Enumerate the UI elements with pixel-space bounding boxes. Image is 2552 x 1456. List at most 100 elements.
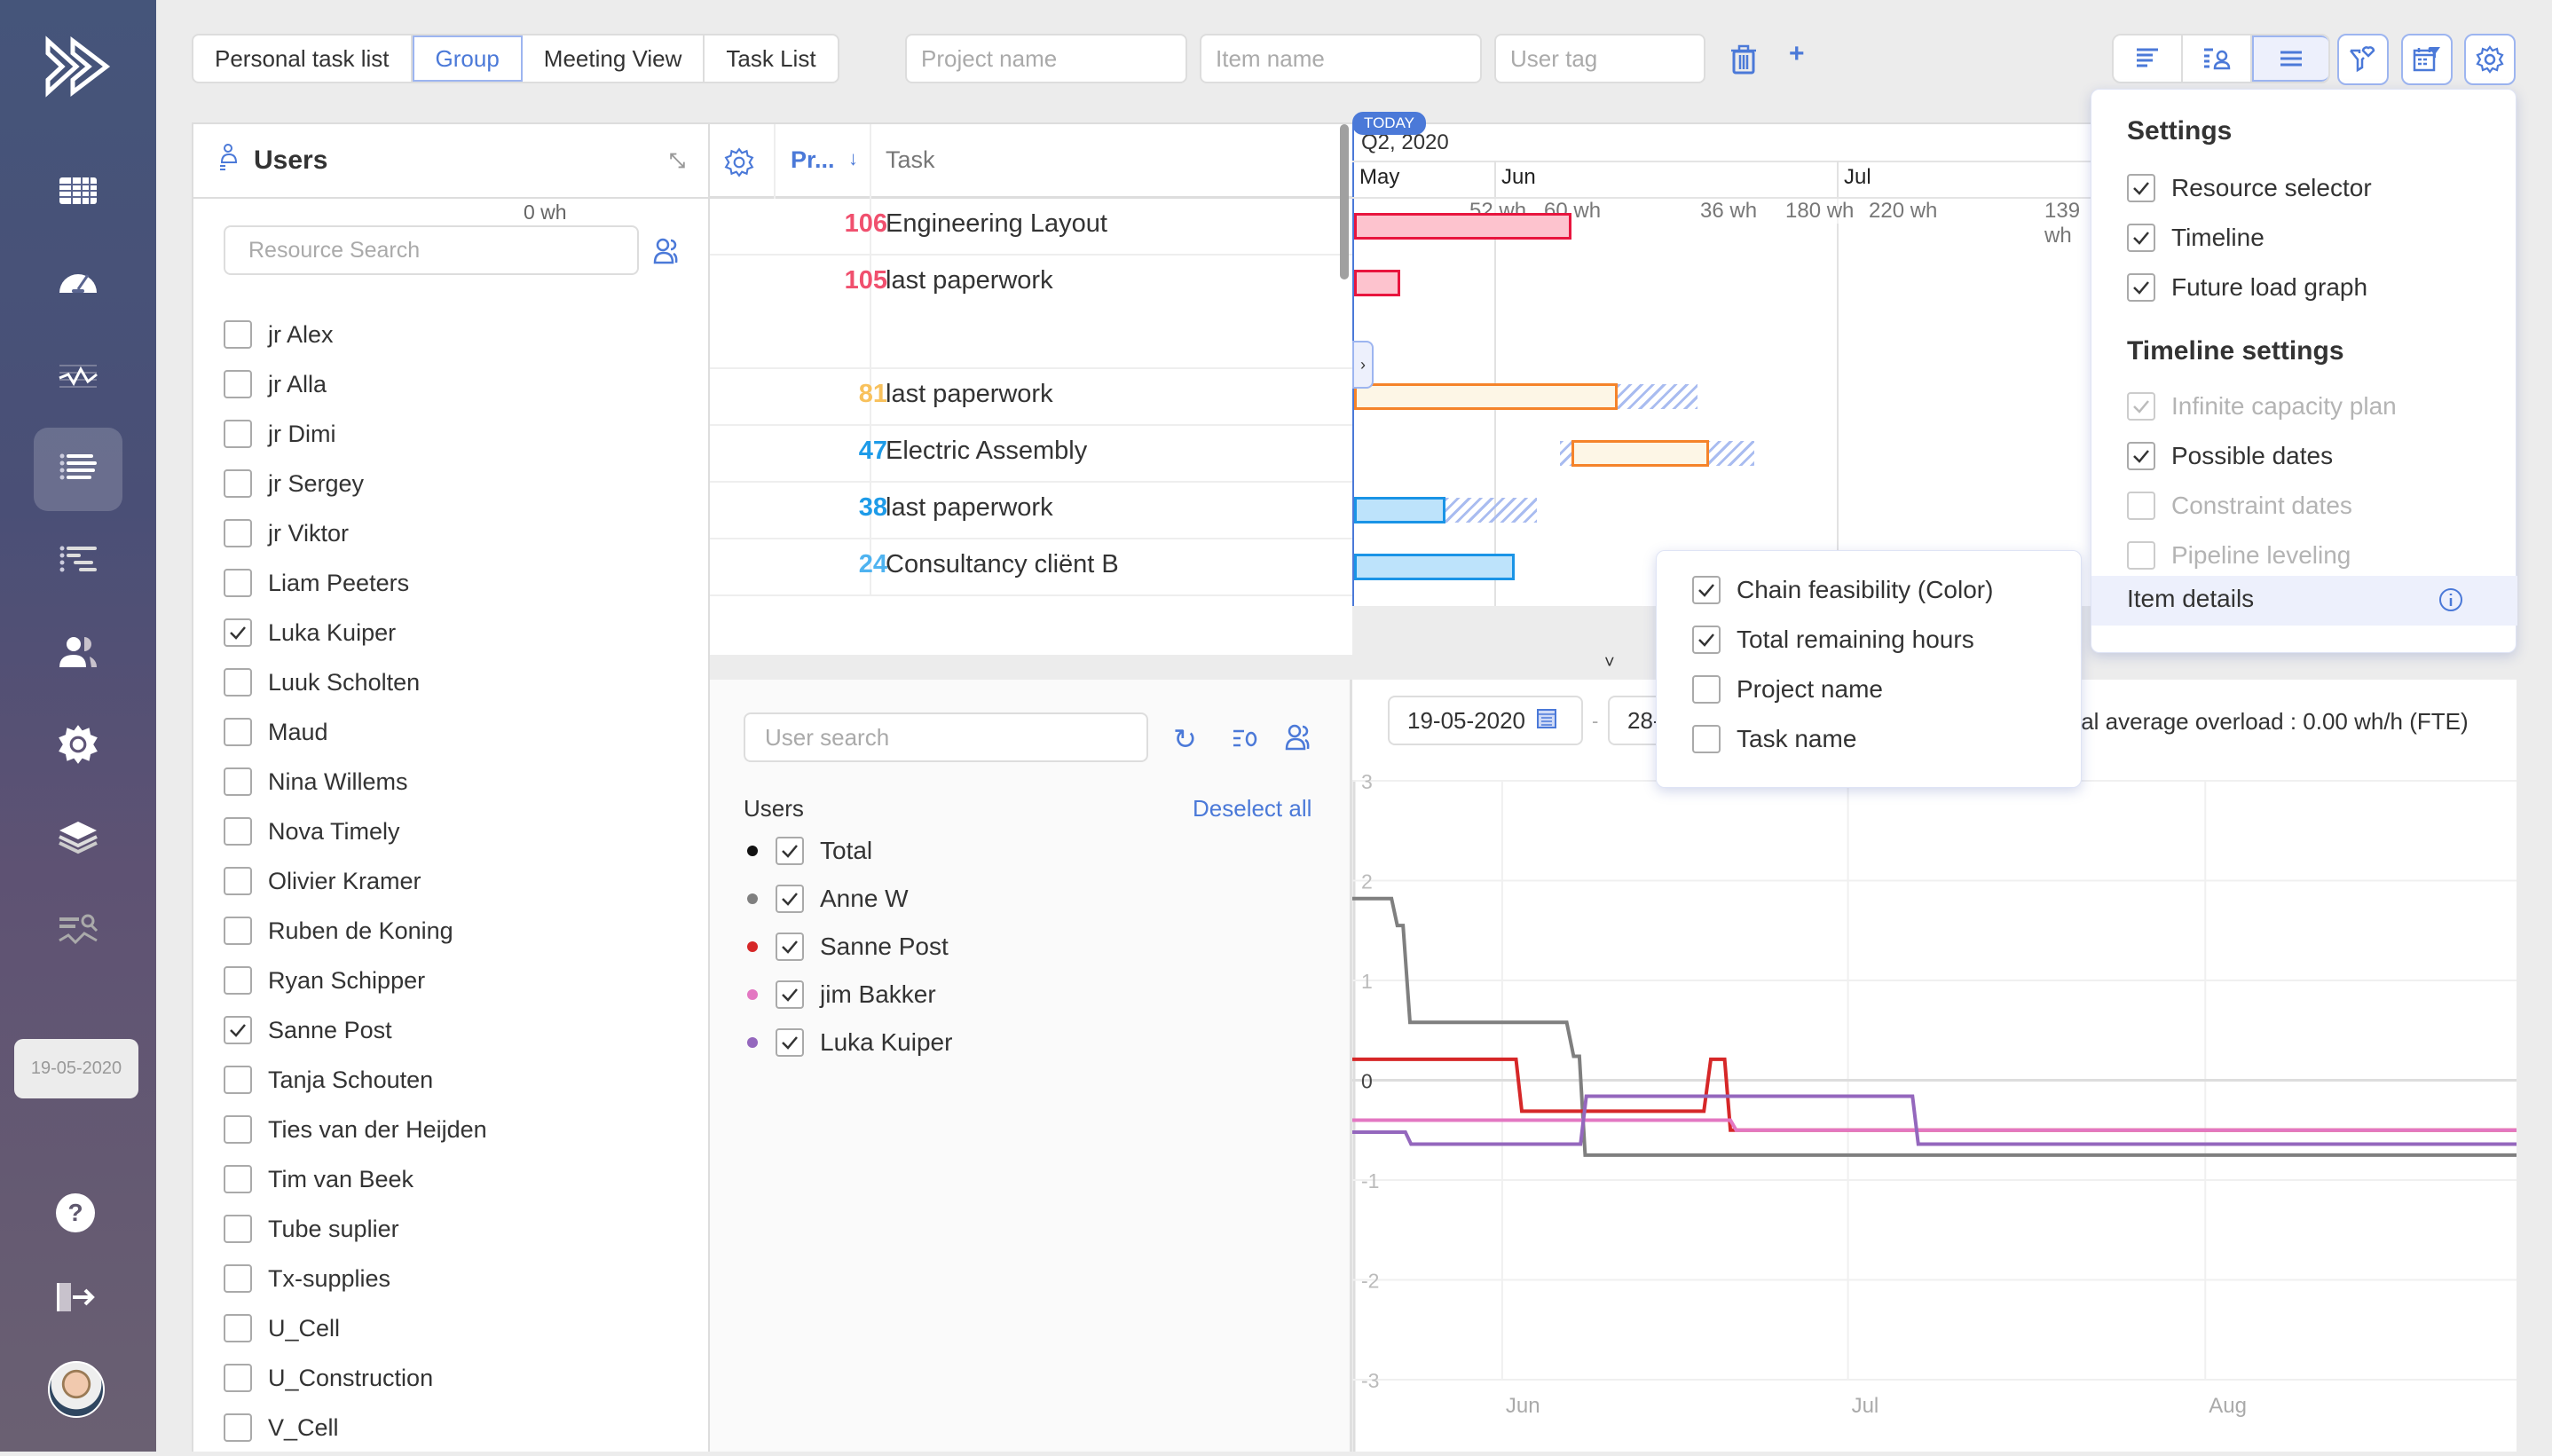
sort-desc-icon[interactable]: ↓ <box>848 147 858 170</box>
user-list-item[interactable]: Ryan Schipper <box>224 956 487 1005</box>
user-list-item[interactable]: jr Viktor <box>224 508 487 558</box>
checkbox[interactable] <box>224 469 252 498</box>
checkbox[interactable] <box>224 718 252 746</box>
user-list-item[interactable]: Ties van der Heijden <box>224 1105 487 1154</box>
chevron-right-icon[interactable]: › <box>1352 341 1374 389</box>
sidebar-item-activity-graph[interactable] <box>34 335 122 419</box>
user-list-item[interactable]: Maud <box>224 707 487 757</box>
checkbox[interactable] <box>224 618 252 647</box>
user-list-item[interactable]: Luka Kuiper <box>224 608 487 657</box>
checkbox[interactable] <box>224 867 252 895</box>
chevron-down-icon[interactable]: ˅ <box>1604 653 1615 673</box>
sidebar-item-gantt-list[interactable] <box>34 520 122 603</box>
table-row[interactable]: 81 last paperwork <box>710 369 1352 426</box>
user-search-input[interactable]: User search <box>744 712 1148 762</box>
user-list-item[interactable]: Tube suplier <box>224 1204 487 1254</box>
timeline-setting-option[interactable]: Infinite capacity plan <box>2127 392 2397 421</box>
priority-column-header[interactable]: Pr... <box>791 146 835 174</box>
user-list-item[interactable]: Tx-supplies <box>224 1254 487 1303</box>
checkbox[interactable] <box>1692 675 1721 704</box>
tab-meeting-view[interactable]: Meeting View <box>523 35 705 82</box>
legend-item[interactable]: jim Bakker <box>747 980 936 1009</box>
user-list-item[interactable]: V_Cell <box>224 1403 487 1452</box>
table-row[interactable]: 47 Electric Assembly <box>710 426 1352 483</box>
sidebar-item-list[interactable] <box>34 428 122 511</box>
checkbox[interactable] <box>1692 626 1721 654</box>
legend-item[interactable]: Luka Kuiper <box>747 1028 952 1057</box>
settings-option[interactable]: Timeline <box>2127 224 2265 252</box>
user-list-item[interactable]: Luuk Scholten <box>224 657 487 707</box>
legend-item[interactable]: Total <box>747 837 872 865</box>
user-list-item[interactable]: Tim van Beek <box>224 1154 487 1204</box>
user-list-item[interactable]: Tanja Schouten <box>224 1055 487 1105</box>
checkbox[interactable] <box>1692 576 1721 604</box>
user-list-item[interactable]: Sanne Post <box>224 1005 487 1055</box>
checkbox[interactable] <box>776 837 804 865</box>
checkbox[interactable] <box>224 767 252 796</box>
sidebar-item-layers[interactable] <box>34 797 122 880</box>
plus-icon[interactable]: + <box>1789 39 1805 69</box>
tab-task-list[interactable]: Task List <box>705 35 837 82</box>
checkbox[interactable] <box>224 1016 252 1044</box>
checkbox[interactable] <box>224 668 252 697</box>
item-name-filter[interactable]: Item name <box>1200 34 1482 83</box>
sidebar-item-gear[interactable] <box>34 704 122 788</box>
item-detail-option[interactable]: Total remaining hours <box>1692 626 1974 654</box>
resource-search-input[interactable]: Resource Search <box>224 225 639 275</box>
table-row[interactable]: 105 last paperwork <box>710 256 1352 369</box>
checkbox[interactable] <box>776 1028 804 1057</box>
item-detail-option[interactable]: Project name <box>1692 675 1883 704</box>
users-group-icon[interactable] <box>653 238 681 269</box>
checkbox[interactable] <box>224 370 252 398</box>
gear-icon[interactable] <box>2464 34 2516 85</box>
sidebar-item-grid-table[interactable] <box>34 151 122 234</box>
checkbox[interactable] <box>224 1115 252 1144</box>
collapse-icon[interactable]: ⤡ <box>669 149 685 172</box>
list-user-icon[interactable] <box>1232 726 1258 755</box>
legend-item[interactable]: Sanne Post <box>747 933 949 961</box>
filter-heart-icon[interactable] <box>2337 34 2389 85</box>
checkbox[interactable] <box>224 1264 252 1293</box>
user-list-item[interactable]: jr Dimi <box>224 409 487 459</box>
table-row[interactable]: 38 last paperwork <box>710 483 1352 539</box>
checkbox[interactable] <box>2127 442 2155 470</box>
menu-lines-icon[interactable] <box>2252 35 2328 82</box>
checkbox[interactable] <box>2127 541 2155 570</box>
checkbox[interactable] <box>776 933 804 961</box>
user-list-item[interactable]: jr Alla <box>224 359 487 409</box>
settings-option[interactable]: Resource selector <box>2127 174 2372 202</box>
table-row[interactable]: 24 Consultancy cliënt B <box>710 539 1352 596</box>
gantt-bar[interactable] <box>1354 270 1400 296</box>
checkbox[interactable] <box>224 519 252 547</box>
user-list-item[interactable]: Nina Willems <box>224 757 487 807</box>
sidebar-item-dashboard-gauge[interactable] <box>34 243 122 327</box>
task-column-header[interactable]: Task <box>886 146 935 174</box>
trash-icon[interactable] <box>1730 44 1757 79</box>
user-list-item[interactable]: jr Sergey <box>224 459 487 508</box>
checkbox[interactable] <box>224 917 252 945</box>
user-list-item[interactable]: Liam Peeters <box>224 558 487 608</box>
sidebar-item-search-graph[interactable] <box>34 889 122 972</box>
item-details-row[interactable]: Item details <box>2091 576 2517 626</box>
legend-item[interactable]: Anne W <box>747 885 909 913</box>
checkbox[interactable] <box>224 1066 252 1094</box>
timeline-setting-option[interactable]: Constraint dates <box>2127 492 2352 520</box>
user-list-item[interactable]: Olivier Kramer <box>224 856 487 906</box>
checkbox[interactable] <box>224 1215 252 1243</box>
checkbox[interactable] <box>2127 273 2155 302</box>
checkbox[interactable] <box>224 1364 252 1392</box>
item-detail-option[interactable]: Task name <box>1692 725 1856 753</box>
checkbox[interactable] <box>224 1413 252 1442</box>
checkbox[interactable] <box>2127 392 2155 421</box>
sidebar-item-users[interactable] <box>34 612 122 696</box>
checkbox[interactable] <box>224 966 252 995</box>
tab-personal-task-list[interactable]: Personal task list <box>193 35 413 82</box>
calendar-filter-icon[interactable] <box>2401 34 2453 85</box>
info-icon[interactable] <box>2438 586 2464 618</box>
logout-icon[interactable] <box>57 1281 98 1318</box>
user-list-item[interactable]: Ruben de Koning <box>224 906 487 956</box>
checkbox[interactable] <box>776 980 804 1009</box>
gantt-bar[interactable] <box>1571 440 1709 467</box>
list-user-icon[interactable] <box>2183 35 2252 82</box>
date-from-input[interactable]: 19-05-2020 <box>1388 696 1583 745</box>
